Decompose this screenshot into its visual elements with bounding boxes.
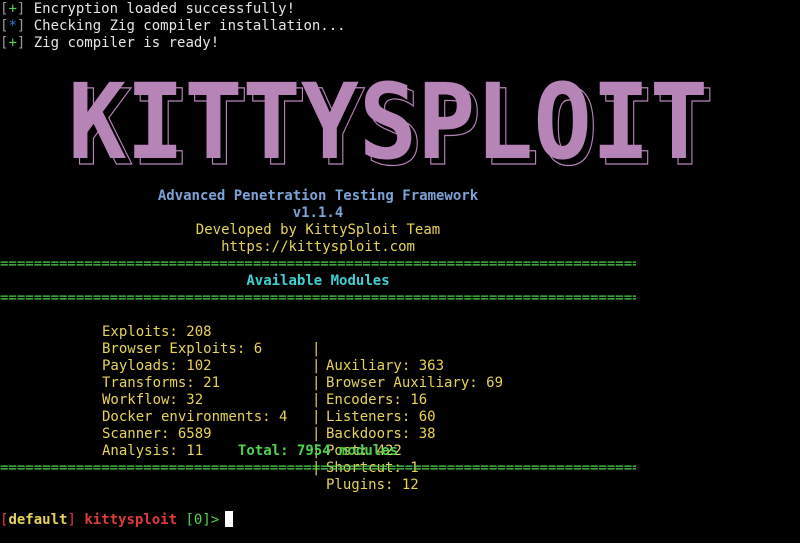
module-row: Scanner: 6589 | Shortcut: 1 [0, 409, 640, 476]
module-row: Analysis: 11 | Plugins: 12 [0, 426, 640, 493]
framework-title: Advanced Penetration Testing Framework [157, 188, 479, 204]
module-row: Docker environments: 4 | Post: 422 [0, 392, 640, 459]
status-line: [*] Checking Zig compiler installation..… [0, 18, 346, 35]
status-text: Encryption loaded successfully! [33, 1, 296, 17]
text-cursor[interactable] [225, 511, 234, 527]
status-line: [+] Zig compiler is ready! [0, 35, 219, 52]
status-mark: * [8, 18, 17, 34]
modules-total: Total: 7954 modules [237, 443, 399, 459]
status-text: Checking Zig compiler installation... [33, 18, 346, 34]
module-count-right: Plugins: 12 [326, 477, 419, 493]
status-line: [+] Encryption loaded successfully! [0, 1, 295, 18]
bracket-close: ] [16, 18, 34, 34]
terminal-window[interactable]: [+] Encryption loaded successfully! [*] … [0, 0, 800, 543]
module-row: Browser Exploits: 6 | Browser Auxiliary:… [0, 324, 640, 391]
url-label: https://kittysploit.com [221, 239, 415, 255]
module-row: Payloads: 102 | Encoders: 16 [0, 341, 640, 408]
modules-title: Available Modules [246, 273, 390, 289]
separator-line: ========================================… [0, 460, 636, 476]
command-prompt[interactable]: [default] kittysploit [0]> [0, 511, 234, 528]
separator-line: ========================================… [0, 290, 636, 306]
prompt-context: default [8, 512, 68, 528]
kittysploit-logo: KITTYSPLOIT KITTYSPLOIT [68, 62, 715, 170]
prompt-name: kittysploit [84, 512, 178, 528]
separator-line: ========================================… [0, 256, 636, 272]
bracket-close: ] [16, 35, 34, 51]
prompt-bracket-close: ] [67, 512, 85, 528]
module-row: Transforms: 21 | Listeners: 60 [0, 358, 640, 425]
status-mark: + [8, 1, 17, 17]
status-mark: + [8, 35, 17, 51]
logo-text: KITTYSPLOIT [68, 62, 708, 170]
module-row: Exploits: 208 | Auxiliary: 363 [0, 307, 640, 374]
bracket-close: ] [16, 1, 34, 17]
status-text: Zig compiler is ready! [33, 35, 220, 51]
developer-label: Developed by KittySploit Team [195, 222, 441, 238]
version-label: v1.1.4 [292, 205, 344, 221]
prompt-index: [0] [185, 512, 211, 528]
prompt-arrow: > [210, 512, 220, 528]
module-row: Workflow: 32 | Backdoors: 38 [0, 375, 640, 442]
